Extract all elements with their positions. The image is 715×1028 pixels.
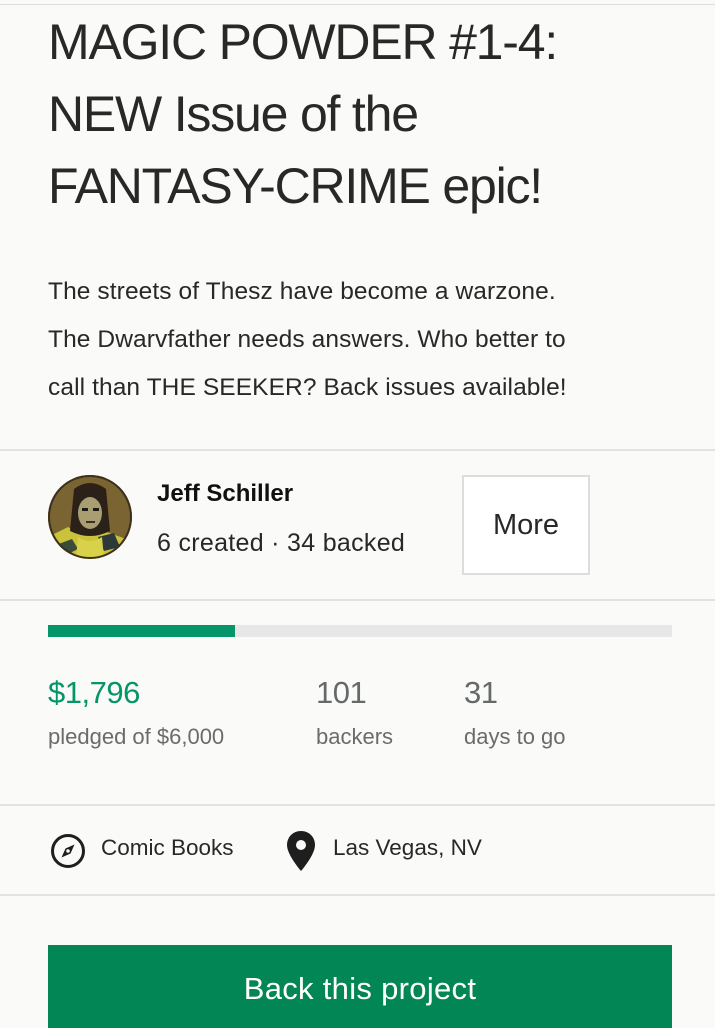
days-remaining: 31 xyxy=(464,675,498,710)
project-blurb-line: The Dwarvfather needs answers. Who bette… xyxy=(48,326,566,353)
project-title: MAGIC POWDER #1-4: NEW Issue of the FANT… xyxy=(48,6,688,222)
backers-label: backers xyxy=(316,724,394,749)
pledged-amount: $1,796 xyxy=(48,675,140,710)
creator-stats: 6 created · 34 backed xyxy=(157,529,406,557)
project-blurb-line: The streets of Thesz have become a warzo… xyxy=(48,278,556,305)
project-blurb-line: call than THE SEEKER? Back issues availa… xyxy=(48,374,567,401)
map-pin-icon xyxy=(287,831,315,871)
backers-count: 101 xyxy=(316,675,367,710)
creator-avatar-image xyxy=(48,475,132,559)
location-link[interactable]: Las Vegas, NV xyxy=(333,835,482,861)
pledged-goal-label: pledged of $6,000 xyxy=(48,724,225,749)
divider xyxy=(0,599,715,601)
divider xyxy=(0,894,715,896)
divider xyxy=(0,804,715,806)
top-divider xyxy=(0,4,715,5)
days-label: days to go xyxy=(464,724,566,749)
more-button[interactable]: More xyxy=(462,475,590,575)
funding-progress-bar xyxy=(48,625,672,637)
funding-progress-fill xyxy=(48,625,235,637)
category-link[interactable]: Comic Books xyxy=(101,835,234,861)
project-title-line: MAGIC POWDER #1-4: xyxy=(48,14,558,70)
divider xyxy=(0,449,715,451)
project-title-line: NEW Issue of the xyxy=(48,86,419,142)
project-title-line: FANTASY-CRIME epic! xyxy=(48,158,543,214)
project-blurb: The streets of Thesz have become a warzo… xyxy=(48,268,688,412)
creator-avatar[interactable] xyxy=(48,475,132,559)
back-this-project-button[interactable]: Back this project xyxy=(48,945,672,1028)
creator-name[interactable]: Jeff Schiller xyxy=(157,480,293,508)
compass-icon xyxy=(51,834,85,868)
